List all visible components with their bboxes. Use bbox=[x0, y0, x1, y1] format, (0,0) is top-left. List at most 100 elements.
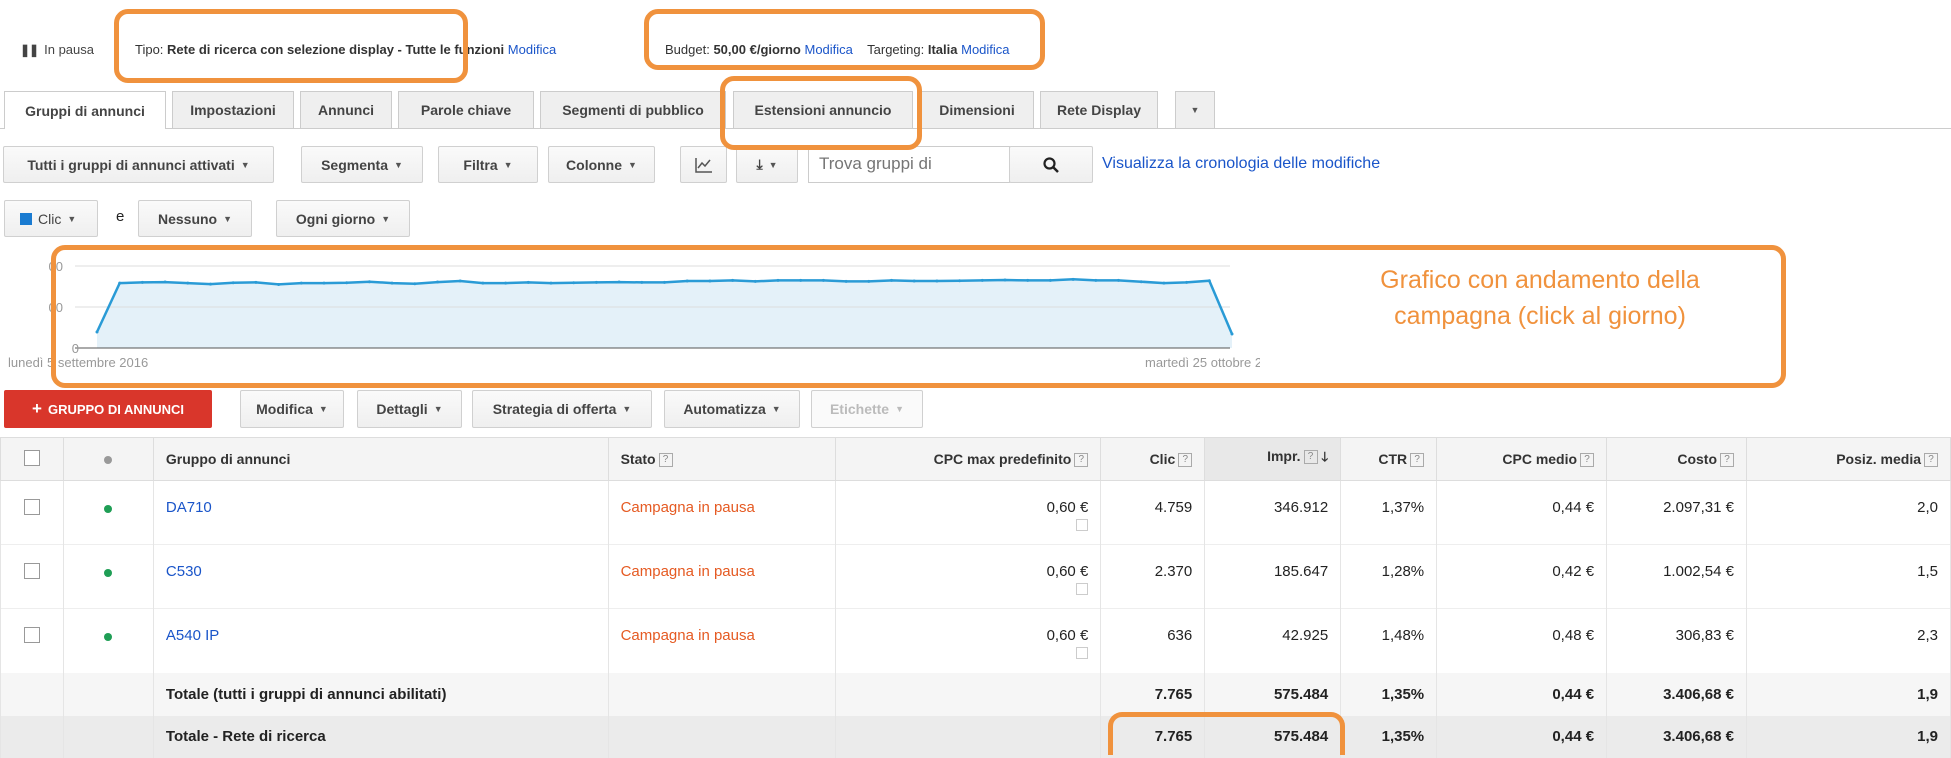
ctr-cell: 1,48% bbox=[1340, 608, 1438, 673]
tab-display-network[interactable]: Rete Display bbox=[1040, 91, 1158, 128]
tab-audiences[interactable]: Segmenti di pubblico bbox=[540, 91, 726, 128]
help-icon[interactable]: ? bbox=[1410, 453, 1425, 468]
col-impressions[interactable]: Impr.? 🡓 bbox=[1204, 437, 1342, 481]
change-history-link[interactable]: Visualizza la cronologia delle modifiche bbox=[1102, 155, 1380, 173]
status-dot-cell bbox=[62, 544, 154, 609]
avg-cpc-cell: 0,48 € bbox=[1436, 608, 1608, 673]
total-all-avg-cpc: 0,44 € bbox=[1436, 672, 1608, 716]
clicks-cell: 4.759 bbox=[1100, 480, 1206, 545]
download-icon: ⤓ bbox=[756, 156, 763, 172]
help-icon[interactable]: ? bbox=[1178, 453, 1193, 468]
select-cell bbox=[0, 544, 64, 609]
adgroup-filter-select[interactable]: Tutti i gruppi di annunci attivati ▼ bbox=[3, 146, 274, 183]
metric2-select[interactable]: Nessuno ▼ bbox=[138, 200, 252, 237]
bid-strategy-button[interactable]: Strategia di offerta ▼ bbox=[472, 390, 652, 428]
max-cpc-cell: 0,60 € bbox=[835, 480, 1102, 545]
tab-ads[interactable]: Annunci bbox=[300, 91, 392, 128]
add-ad-group-label: GRUPPO DI ANNUNCI bbox=[47, 401, 184, 417]
tab-settings[interactable]: Impostazioni bbox=[172, 91, 294, 128]
col-cost[interactable]: Costo? bbox=[1606, 437, 1747, 481]
ad-group-link[interactable]: A540 IP bbox=[166, 627, 219, 644]
avg-cpc-value: 0,44 € bbox=[1552, 499, 1595, 516]
details-label: Dettagli bbox=[376, 401, 428, 417]
ad-group-link[interactable]: C530 bbox=[166, 563, 202, 580]
impressions-value: 346.912 bbox=[1273, 499, 1329, 516]
select-cell bbox=[0, 608, 64, 673]
bid-chart-icon[interactable] bbox=[1076, 519, 1089, 531]
search-field[interactable] bbox=[808, 146, 1010, 183]
tabs-more-button[interactable]: ▼ bbox=[1175, 91, 1215, 128]
tab-ad-groups[interactable]: Gruppi di annunci bbox=[4, 91, 166, 129]
tab-dimensions[interactable]: Dimensioni bbox=[920, 91, 1034, 128]
line-chart-icon bbox=[694, 157, 712, 173]
empty-cell bbox=[835, 672, 1102, 716]
col-ad-group[interactable]: Gruppo di annunci bbox=[152, 437, 609, 481]
chevron-down-icon: ▼ bbox=[223, 213, 233, 224]
search-icon bbox=[1043, 156, 1059, 173]
max-cpc-cell: 0,60 € bbox=[835, 544, 1102, 609]
chevron-down-icon: ▼ bbox=[771, 404, 781, 414]
chevron-down-icon: ▼ bbox=[622, 404, 632, 414]
chart-toggle-button[interactable] bbox=[680, 146, 727, 183]
add-ad-group-button[interactable]: + GRUPPO DI ANNUNCI bbox=[4, 390, 212, 428]
impressions-cell: 42.925 bbox=[1204, 608, 1342, 673]
ctr-value: 1,48% bbox=[1381, 627, 1425, 644]
col-avg-position[interactable]: Posiz. media? bbox=[1746, 437, 1951, 481]
search-button[interactable] bbox=[1009, 146, 1093, 183]
avg-cpc-value: 0,42 € bbox=[1552, 563, 1595, 580]
col-status[interactable]: Stato? bbox=[607, 437, 837, 481]
edit-type-link[interactable]: Modifica bbox=[508, 42, 556, 57]
ad-group-link[interactable]: DA710 bbox=[166, 499, 212, 516]
help-icon[interactable]: ? bbox=[1580, 453, 1595, 468]
col-avg-position-label: Posiz. media bbox=[1836, 450, 1921, 467]
chevron-down-icon: ▼ bbox=[67, 213, 77, 224]
table-header-row: Gruppo di annunci Stato? CPC max predefi… bbox=[0, 437, 1951, 481]
automate-button[interactable]: Automatizza ▼ bbox=[664, 390, 800, 428]
empty-cell bbox=[0, 672, 64, 716]
impressions-value: 42.925 bbox=[1282, 627, 1329, 644]
segment-button[interactable]: Segmenta ▼ bbox=[301, 146, 423, 183]
bid-chart-icon[interactable] bbox=[1076, 583, 1089, 595]
download-button[interactable]: ⤓ ▼ bbox=[736, 146, 798, 183]
labels-label: Etichette bbox=[829, 401, 890, 417]
col-ctr[interactable]: CTR? bbox=[1340, 437, 1438, 481]
max-cpc-value[interactable]: 0,60 € bbox=[1047, 563, 1089, 580]
help-icon[interactable]: ? bbox=[1303, 450, 1318, 465]
help-icon[interactable]: ? bbox=[1924, 453, 1938, 468]
row-checkbox[interactable] bbox=[23, 627, 40, 643]
campaign-status: ❚❚ In pausa bbox=[20, 42, 94, 57]
highlight-chart bbox=[51, 245, 1786, 388]
help-icon[interactable]: ? bbox=[658, 453, 673, 468]
tab-keywords[interactable]: Parole chiave bbox=[398, 91, 534, 128]
row-checkbox[interactable] bbox=[23, 563, 40, 579]
total-search-ctr: 1,35% bbox=[1340, 715, 1438, 758]
row-checkbox[interactable] bbox=[23, 499, 40, 515]
help-icon[interactable]: ? bbox=[1074, 453, 1089, 468]
filter-button[interactable]: Filtra ▼ bbox=[438, 146, 538, 183]
labels-button[interactable]: Etichette ▼ bbox=[811, 390, 923, 428]
status-text: Campagna in pausa bbox=[620, 627, 755, 644]
metric1-select[interactable]: Clic ▼ bbox=[4, 200, 98, 237]
total-search-avg-position: 1,9 bbox=[1746, 715, 1951, 758]
col-avg-cpc[interactable]: CPC medio? bbox=[1436, 437, 1608, 481]
period-select[interactable]: Ogni giorno ▼ bbox=[276, 200, 410, 237]
col-clicks-label: Clic bbox=[1149, 450, 1176, 467]
tabs-baseline bbox=[0, 128, 1951, 129]
avg-cpc-cell: 0,42 € bbox=[1436, 544, 1608, 609]
enabled-dot-icon bbox=[104, 505, 113, 513]
edit-button[interactable]: Modifica ▼ bbox=[240, 390, 344, 428]
max-cpc-value[interactable]: 0,60 € bbox=[1047, 499, 1089, 516]
col-max-cpc[interactable]: CPC max predefinito? bbox=[835, 437, 1102, 481]
chevron-down-icon: ▼ bbox=[503, 159, 513, 170]
search-input[interactable] bbox=[809, 147, 999, 181]
chevron-down-icon: ▼ bbox=[240, 159, 250, 170]
max-cpc-value[interactable]: 0,60 € bbox=[1047, 627, 1089, 644]
col-clicks[interactable]: Clic? bbox=[1100, 437, 1206, 481]
columns-button[interactable]: Colonne ▼ bbox=[548, 146, 655, 183]
select-all-checkbox[interactable] bbox=[23, 449, 40, 466]
status-cell: Campagna in pausa bbox=[607, 480, 837, 545]
details-button[interactable]: Dettagli ▼ bbox=[357, 390, 462, 428]
filter-label: Filtra bbox=[463, 156, 498, 173]
help-icon[interactable]: ? bbox=[1720, 453, 1734, 468]
bid-chart-icon[interactable] bbox=[1076, 647, 1089, 659]
